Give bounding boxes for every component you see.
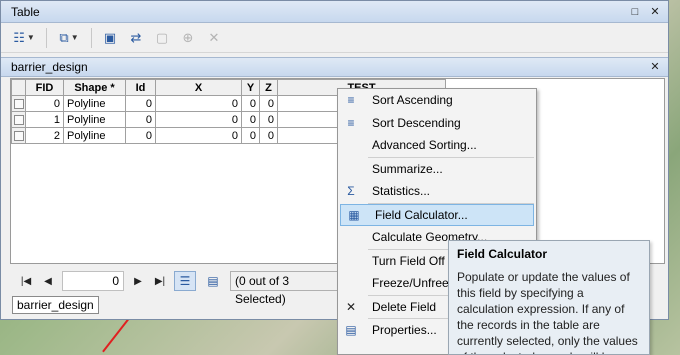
properties-icon: ▤ [345, 323, 357, 338]
first-record-button[interactable]: |◀ [18, 276, 34, 287]
related-tables-button[interactable]: ⧉ ▼ [54, 27, 84, 49]
tooltip-body: Populate or update the values of this fi… [457, 270, 638, 354]
row-selector[interactable] [11, 127, 26, 144]
tab-close-button[interactable]: ✕ [648, 60, 662, 74]
table-toolbar: ☷ ▼ ⧉ ▼ ▣ ⇄ ▢ ⊕ ✕ [1, 23, 668, 53]
clear-selection-button[interactable]: ▢ [151, 27, 173, 49]
cell-fid[interactable]: 1 [25, 111, 64, 128]
menu-item-sort-descending[interactable]: ≡ Sort Descending [338, 112, 536, 135]
show-selected-records-button[interactable]: ▤ [202, 271, 224, 291]
cell-x[interactable]: 0 [155, 127, 242, 144]
cell-x[interactable]: 0 [155, 95, 242, 112]
table-tab-header: barrier_design ✕ [1, 57, 668, 77]
column-header-x[interactable]: X [155, 79, 242, 96]
next-record-button[interactable]: ▶ [130, 276, 146, 287]
selected-records-icon: ▤ [207, 274, 219, 288]
cell-y[interactable]: 0 [241, 111, 260, 128]
select-by-attributes-button[interactable]: ▣ [99, 27, 121, 49]
cell-z[interactable]: 0 [259, 127, 278, 144]
menu-item-advanced-sorting[interactable]: Advanced Sorting... [338, 134, 536, 157]
show-all-records-button[interactable]: ☰ [174, 271, 196, 291]
window-title: Table [11, 4, 40, 19]
delete-icon: ✕ [345, 299, 357, 314]
sigma-icon: Σ [347, 184, 355, 199]
cell-fid[interactable]: 0 [25, 95, 64, 112]
related-tables-icon: ⧉ [59, 29, 69, 45]
menu-item-summarize[interactable]: Summarize... [338, 158, 536, 181]
cell-fid[interactable]: 2 [25, 127, 64, 144]
column-header-fid[interactable]: FID [25, 79, 64, 96]
row-selector[interactable] [11, 95, 26, 112]
clear-selection-icon: ▢ [155, 29, 169, 45]
column-header-shape[interactable]: Shape * [63, 79, 126, 96]
toolbar-separator [46, 27, 47, 48]
column-header-id[interactable]: Id [125, 79, 156, 96]
close-button[interactable]: ✕ [648, 5, 662, 19]
cell-shape[interactable]: Polyline [63, 95, 126, 112]
table-options-icon: ☷ [13, 29, 25, 45]
cell-y[interactable]: 0 [241, 95, 260, 112]
bottom-table-tab[interactable]: barrier_design [12, 296, 99, 314]
window-titlebar[interactable]: Table □ ✕ [1, 1, 668, 23]
record-number-field[interactable]: 0 [62, 271, 124, 291]
sort-descending-icon: ≡ [347, 115, 355, 130]
select-all-cell[interactable] [11, 79, 26, 96]
restore-button[interactable]: □ [628, 5, 642, 19]
menu-item-field-calculator[interactable]: ▦ Field Calculator... [340, 203, 534, 226]
select-by-attributes-icon: ▣ [103, 29, 117, 45]
cell-shape[interactable]: Polyline [63, 127, 126, 144]
all-records-icon: ☰ [179, 274, 191, 288]
sort-ascending-icon: ≡ [347, 93, 355, 108]
tooltip-title: Field Calculator [457, 247, 548, 261]
zoom-to-selected-icon: ⊕ [182, 29, 194, 45]
cell-z[interactable]: 0 [259, 95, 278, 112]
cell-y[interactable]: 0 [241, 127, 260, 144]
cell-id[interactable]: 0 [125, 95, 156, 112]
cell-x[interactable]: 0 [155, 111, 242, 128]
map-feature-line [102, 318, 130, 353]
last-record-button[interactable]: ▶| [152, 276, 168, 287]
cell-shape[interactable]: Polyline [63, 111, 126, 128]
switch-selection-icon: ⇄ [130, 29, 142, 45]
menu-item-sort-ascending[interactable]: ≡ Sort Ascending [338, 89, 536, 112]
table-options-button[interactable]: ☷ ▼ [9, 27, 39, 49]
column-header-y[interactable]: Y [241, 79, 260, 96]
delete-selected-button[interactable]: ✕ [203, 27, 225, 49]
toolbar-separator [91, 27, 92, 48]
cell-z[interactable]: 0 [259, 111, 278, 128]
column-header-z[interactable]: Z [259, 79, 278, 96]
table-tab-title: barrier_design [11, 60, 88, 74]
previous-record-button[interactable]: ◀ [40, 276, 56, 287]
field-calculator-tooltip: Field Calculator Populate or update the … [448, 240, 650, 355]
cell-id[interactable]: 0 [125, 127, 156, 144]
menu-item-statistics[interactable]: Σ Statistics... [338, 180, 536, 203]
selection-status: (0 out of 3 Selected) [230, 271, 342, 306]
cell-id[interactable]: 0 [125, 111, 156, 128]
row-selector[interactable] [11, 111, 26, 128]
zoom-to-selected-button[interactable]: ⊕ [177, 27, 199, 49]
switch-selection-button[interactable]: ⇄ [125, 27, 147, 49]
delete-selected-icon: ✕ [208, 29, 220, 45]
calculator-icon: ▦ [348, 207, 360, 222]
